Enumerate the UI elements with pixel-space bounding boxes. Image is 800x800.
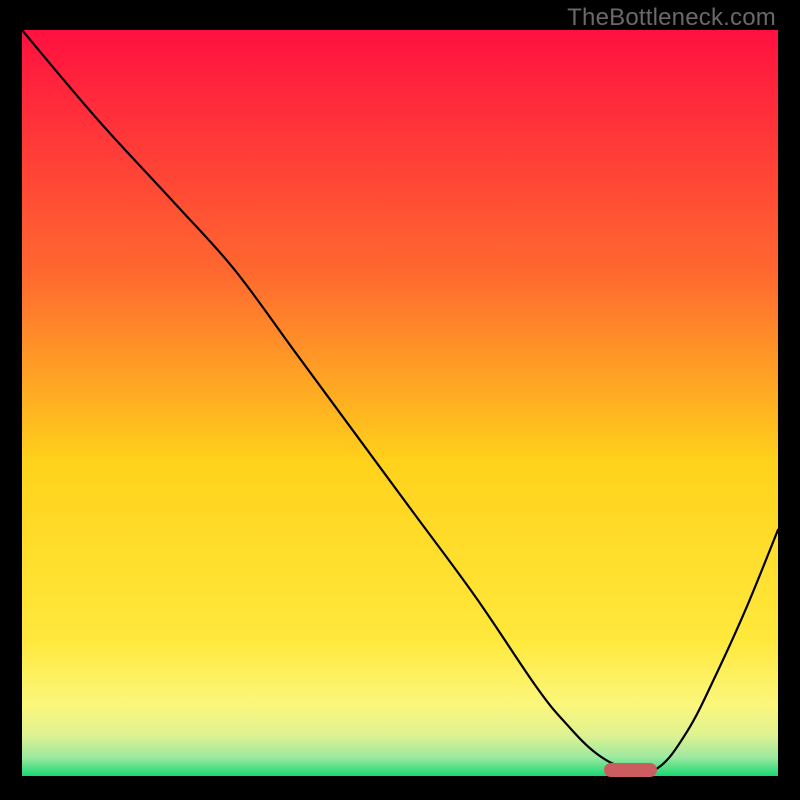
chart-frame: TheBottleneck.com — [0, 0, 800, 800]
optimal-marker — [604, 763, 657, 777]
bottleneck-curve — [22, 30, 778, 776]
watermark-text: TheBottleneck.com — [567, 4, 776, 32]
plot-area — [22, 30, 778, 776]
